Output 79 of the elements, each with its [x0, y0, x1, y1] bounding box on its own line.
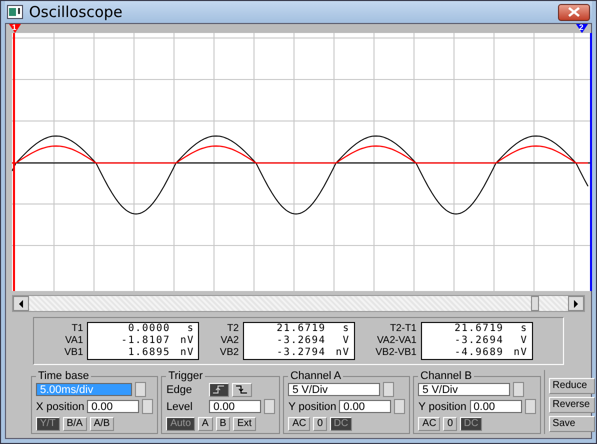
readout-label: VA2	[220, 335, 239, 347]
scroll-thumb[interactable]	[531, 296, 539, 311]
readout-label: T2-T1	[390, 323, 417, 335]
y-position-field[interactable]: 0.00	[339, 400, 392, 413]
spinner[interactable]	[513, 382, 524, 397]
readout-value: 21.6719	[453, 323, 505, 335]
readout-unit: nV	[334, 347, 350, 359]
coupling-button[interactable]: 0	[313, 416, 327, 430]
group-title: Time base	[37, 370, 90, 382]
spinner[interactable]	[394, 399, 406, 414]
readout-unit: nV	[512, 347, 528, 359]
readout-unit: s	[342, 323, 350, 335]
group-title: Channel A	[289, 370, 342, 382]
spinner[interactable]	[142, 399, 154, 414]
y-position-field[interactable]: 0.00	[470, 400, 522, 413]
volts-per-div-field[interactable]: 5 V/Div	[288, 383, 380, 396]
action-button[interactable]: Save	[548, 416, 595, 432]
readout-value: 21.6719	[276, 323, 327, 335]
readout-unit: V	[520, 335, 528, 347]
readout-label: VA2-VA1	[376, 335, 417, 347]
readout-unit: s	[186, 323, 194, 335]
readout-value: -3.2694	[276, 335, 327, 347]
trigger-source-button[interactable]: B	[216, 416, 230, 430]
trigger-source-button[interactable]: Auto	[166, 416, 195, 430]
readout-value: -1.8107	[120, 335, 172, 347]
readout-label: VB2-VB1	[375, 347, 417, 359]
readout-unit: nV	[179, 347, 194, 359]
coupling-button[interactable]: DC	[330, 416, 352, 430]
right-arrow-icon	[573, 300, 579, 308]
trigger-source-button[interactable]: Ext	[233, 416, 256, 430]
mode-button[interactable]: B/A	[62, 416, 87, 430]
left-arrow-icon	[18, 300, 24, 308]
readout-label: VB1	[64, 347, 84, 359]
edge-button[interactable]	[209, 382, 230, 396]
action-button[interactable]: Reduce	[548, 378, 595, 394]
coupling-button[interactable]: DC	[460, 416, 482, 430]
mode-button[interactable]: Y/T	[36, 416, 60, 430]
scope-icon	[7, 5, 23, 19]
spinner[interactable]	[264, 399, 276, 414]
field-label: Y position	[418, 400, 467, 412]
coupling-button[interactable]: 0	[443, 416, 457, 430]
level-field[interactable]: 0.00	[209, 400, 262, 413]
field-label: Level	[166, 400, 194, 412]
readout-label: T2	[227, 323, 239, 335]
readout-label: VA1	[65, 335, 84, 347]
readout-label: T1	[72, 323, 84, 335]
group-title: Trigger	[167, 370, 204, 382]
edge-button[interactable]	[232, 382, 252, 396]
action-button[interactable]: Reverse	[548, 397, 595, 413]
field-label: Y position	[288, 400, 336, 412]
readout-unit: V	[342, 335, 350, 347]
field-label: X position	[36, 400, 84, 412]
readout-value: -4.9689	[453, 347, 505, 359]
scroll-right-button[interactable]	[568, 296, 584, 311]
spinner[interactable]	[135, 382, 146, 397]
window-title: Oscilloscope	[29, 3, 124, 21]
rising-edge-icon	[213, 385, 226, 394]
trigger-source-button[interactable]: A	[198, 416, 213, 430]
close-icon	[568, 7, 580, 17]
coupling-button[interactable]: AC	[418, 416, 440, 430]
volts-per-div-field[interactable]: 5 V/Div	[418, 383, 510, 396]
close-button[interactable]	[558, 4, 590, 20]
scroll-left-button[interactable]	[13, 296, 29, 311]
x-position-field[interactable]: 0.00	[87, 400, 140, 413]
falling-edge-icon	[236, 385, 248, 394]
coupling-button[interactable]: AC	[288, 416, 310, 430]
spinner[interactable]	[383, 382, 394, 397]
readout-value: -3.2794	[276, 347, 327, 359]
scrollbar[interactable]	[12, 295, 585, 312]
readout-label: VB2	[220, 347, 239, 359]
mode-button[interactable]: A/B	[90, 416, 114, 430]
field-label: Edge	[166, 384, 194, 396]
spinner[interactable]	[524, 399, 536, 414]
group-title: Channel B	[419, 370, 473, 382]
readout-unit: nV	[179, 335, 194, 347]
readout-unit: s	[520, 323, 528, 335]
readout-value: 1.6895	[127, 347, 172, 359]
readout-value: -3.2694	[453, 335, 505, 347]
readout-value: 0.0000	[127, 323, 172, 335]
